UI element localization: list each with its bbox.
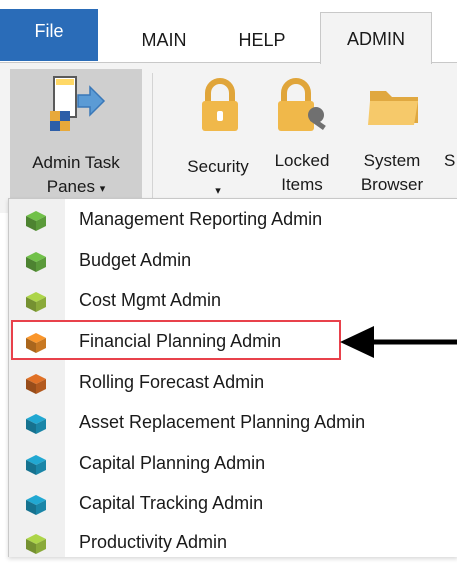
cube-icon xyxy=(25,494,47,516)
tab-help-label: HELP xyxy=(238,30,286,50)
tab-file-label: File xyxy=(34,21,64,41)
menu-item-budget-admin[interactable]: Budget Admin xyxy=(9,241,457,281)
ribbon-tab-strip: File MAIN HELP ADMIN xyxy=(0,0,457,64)
system-browser-button[interactable]: System Browser xyxy=(346,71,438,201)
chevron-down-icon: ▾ xyxy=(99,183,106,195)
menu-item-label: Capital Tracking Admin xyxy=(79,493,264,513)
tab-file[interactable]: File xyxy=(0,9,98,61)
tab-main[interactable]: MAIN xyxy=(118,14,210,62)
ribbon-group-separator xyxy=(152,73,153,198)
menu-item-label: Cost Mgmt Admin xyxy=(79,290,222,310)
security-button[interactable]: Security ▾ xyxy=(168,71,268,201)
cube-icon xyxy=(25,210,47,232)
cube-icon xyxy=(25,413,47,435)
cube-icon xyxy=(25,251,47,273)
arrow-left-icon xyxy=(340,322,457,367)
cube-icon xyxy=(25,533,47,555)
menu-item-capital-planning-admin[interactable]: Capital Planning Admin xyxy=(9,444,457,484)
menu-item-label: Budget Admin xyxy=(79,250,192,270)
tab-main-label: MAIN xyxy=(141,30,187,50)
task-panes-icon xyxy=(48,75,108,144)
locked-items-label-2: Items xyxy=(281,175,323,194)
tab-help[interactable]: HELP xyxy=(222,14,302,62)
locked-items-button[interactable]: Locked Items xyxy=(262,71,342,201)
menu-item-productivity-admin[interactable]: Productivity Admin xyxy=(9,523,457,563)
system-browser-label-2: Browser xyxy=(360,175,424,194)
locked-items-label: Locked xyxy=(274,151,330,170)
menu-item-label: Management Reporting Admin xyxy=(79,209,323,229)
menu-item-rolling-forecast-admin[interactable]: Rolling Forecast Admin xyxy=(9,363,457,403)
admin-task-panes-label: Admin Task xyxy=(32,153,120,172)
system-browser-label: System xyxy=(363,151,421,170)
security-label: Security xyxy=(187,157,249,176)
menu-item-asset-replacement-planning-admin[interactable]: Asset Replacement Planning Admin xyxy=(9,403,457,443)
lock-icon xyxy=(198,77,242,142)
cut-off-ribbon-label: S xyxy=(444,151,456,170)
admin-task-panes-label-2: Panes xyxy=(46,177,95,196)
menu-item-label: Rolling Forecast Admin xyxy=(79,372,265,392)
menu-item-label: Asset Replacement Planning Admin xyxy=(79,412,366,432)
tab-admin-label: ADMIN xyxy=(347,29,405,49)
folder-icon xyxy=(366,77,422,140)
menu-item-label: Productivity Admin xyxy=(79,532,228,552)
admin-task-panes-button[interactable]: Admin Task Panes ▾ xyxy=(10,69,142,201)
menu-item-cost-mgmt-admin[interactable]: Cost Mgmt Admin xyxy=(9,281,457,321)
menu-item-management-reporting-admin[interactable]: Management Reporting Admin xyxy=(9,200,457,240)
menu-item-capital-tracking-admin[interactable]: Capital Tracking Admin xyxy=(9,484,457,524)
cube-icon xyxy=(25,332,47,354)
tab-admin[interactable]: ADMIN xyxy=(320,12,432,64)
cube-icon xyxy=(25,291,47,313)
menu-item-label: Financial Planning Admin xyxy=(79,331,282,351)
admin-task-panes-menu: Management Reporting Admin Budget Admin … xyxy=(8,198,457,557)
menu-item-label: Capital Planning Admin xyxy=(79,453,266,473)
cube-icon xyxy=(25,454,47,476)
cut-off-ribbon-button[interactable]: S xyxy=(444,149,457,179)
locked-items-icon xyxy=(274,77,332,144)
cube-icon xyxy=(25,373,47,395)
ribbon-panel: Admin Task Panes ▾ Security ▾ Locked Ite… xyxy=(0,62,457,213)
